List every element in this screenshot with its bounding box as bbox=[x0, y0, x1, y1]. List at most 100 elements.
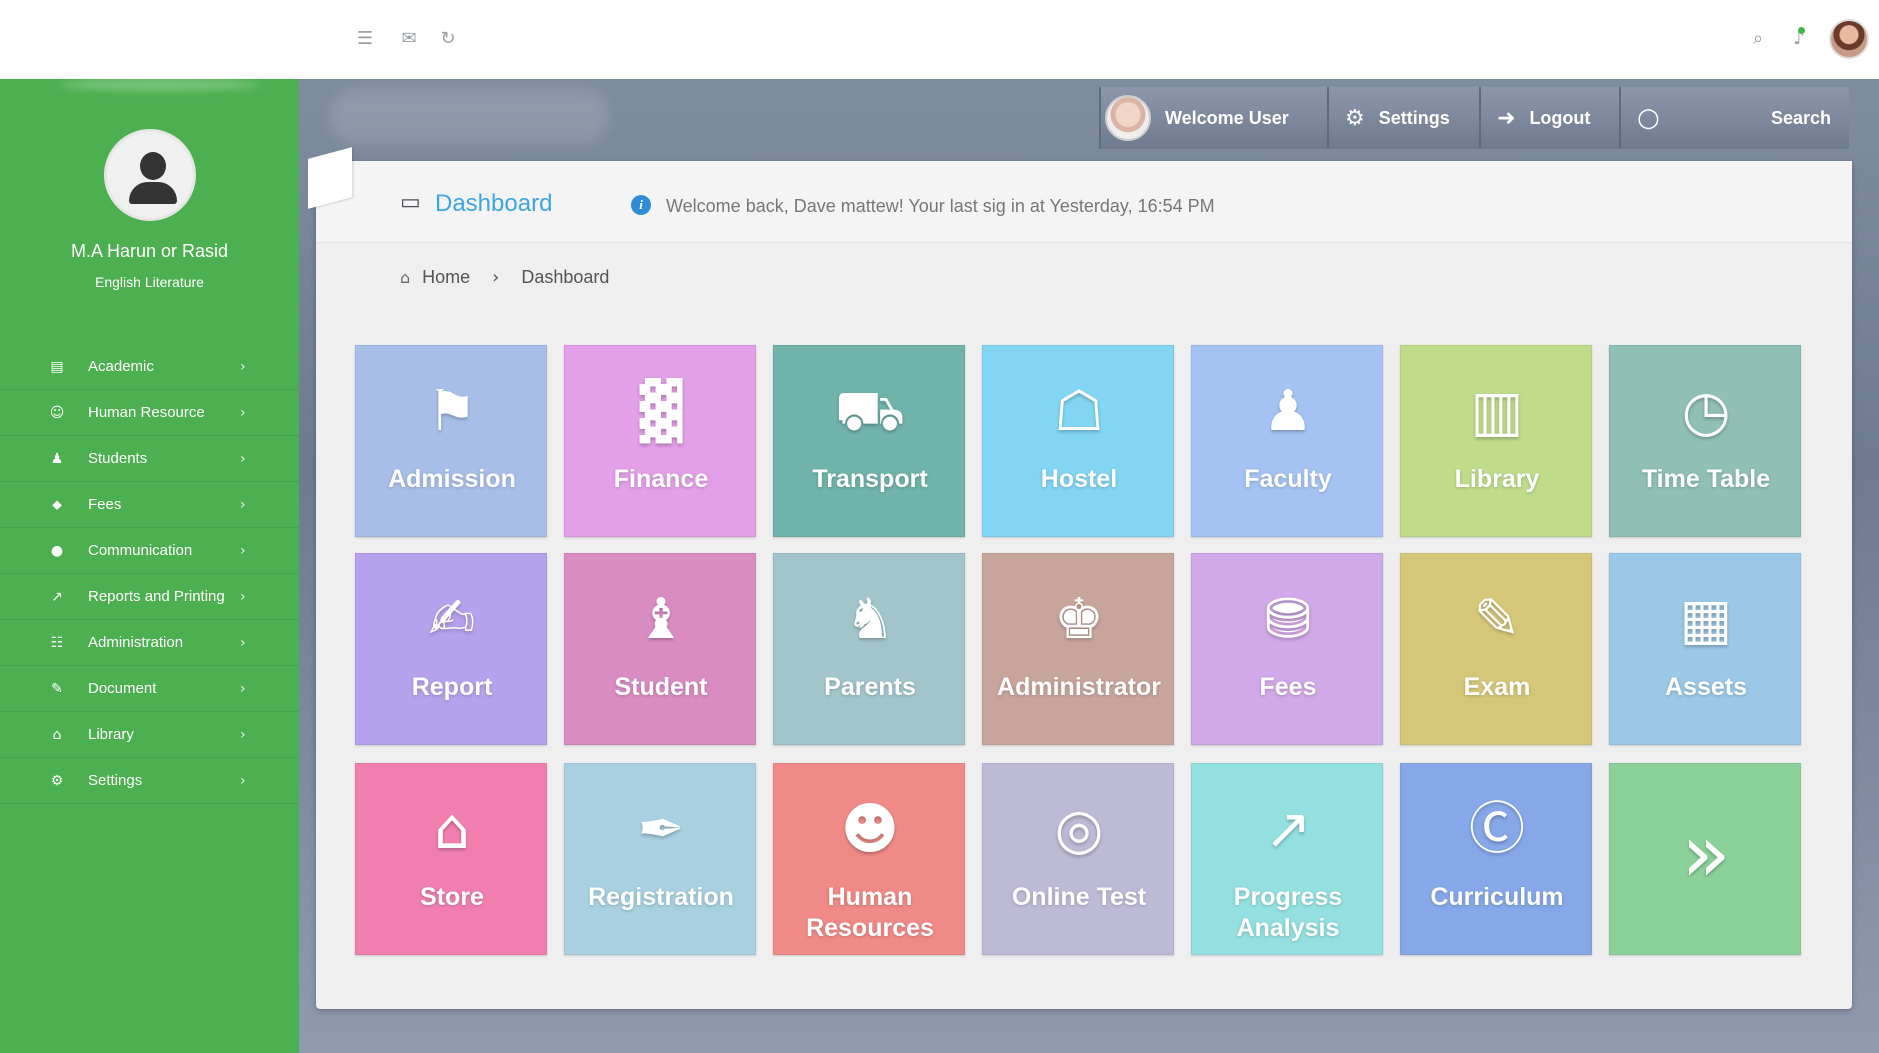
tile-library[interactable]: ▥ Library bbox=[1400, 345, 1592, 537]
page-title: Dashboard bbox=[435, 190, 553, 217]
sidebar-item-label: Students bbox=[88, 450, 148, 467]
sidebar-item-label: Communication bbox=[88, 542, 193, 559]
student-icon: ♝ bbox=[635, 587, 687, 652]
tile-assets[interactable]: ▦ Assets bbox=[1609, 553, 1801, 745]
info-icon: i bbox=[631, 195, 651, 215]
tile-label: Library bbox=[1454, 465, 1540, 493]
chevron-right-icon: › bbox=[240, 496, 246, 513]
sidebar-item-academic[interactable]: ▤ Academic › bbox=[0, 344, 299, 390]
tile-label: Registration bbox=[588, 883, 734, 911]
home-icon: ⌂ bbox=[400, 268, 411, 287]
welcome-user-button[interactable]: Welcome User bbox=[1099, 87, 1327, 149]
sidebar-item-administration[interactable]: ☷ Administration › bbox=[0, 620, 299, 666]
exam-icon: ✎ bbox=[1473, 587, 1521, 652]
breadcrumb-home[interactable]: Home bbox=[422, 267, 470, 288]
coins-icon: ⛃ bbox=[1264, 587, 1312, 652]
refresh-icon[interactable]: ↻ bbox=[436, 26, 460, 50]
book-icon: ▤ bbox=[50, 358, 64, 375]
welcome-avatar bbox=[1105, 95, 1151, 141]
tile-finance[interactable]: ▓ Finance bbox=[564, 345, 756, 537]
gear-icon: ⚙ bbox=[50, 772, 64, 789]
user-avatar[interactable] bbox=[1829, 19, 1869, 59]
tile-time-table[interactable]: ◷ Time Table bbox=[1609, 345, 1801, 537]
tile-label: Curriculum bbox=[1430, 883, 1564, 911]
tile-label: Hostel bbox=[1040, 465, 1118, 493]
header-settings-button[interactable]: ⚙ Settings bbox=[1327, 87, 1479, 149]
tile-admission[interactable]: ⚑ Admission bbox=[355, 345, 547, 537]
sidebar-item-label: Settings bbox=[88, 772, 143, 789]
tile-transport[interactable]: ⛟ Transport bbox=[773, 345, 965, 537]
sidebar-item-reports-and-printing[interactable]: ↗ Reports and Printing › bbox=[0, 574, 299, 620]
tile-administrator[interactable]: ♚ Administrator bbox=[982, 553, 1174, 745]
tile-hostel[interactable]: ☖ Hostel bbox=[982, 345, 1174, 537]
chart-icon: ↗ bbox=[51, 588, 63, 605]
panel-folded-corner bbox=[308, 147, 352, 209]
tile-label: Administrator bbox=[997, 673, 1161, 701]
sidebar-item-human-resource[interactable]: ☺ Human Resource › bbox=[0, 390, 299, 436]
breadcrumb: ⌂ Home › Dashboard bbox=[400, 267, 609, 288]
logout-label: Logout bbox=[1529, 107, 1591, 128]
tile-label: Report bbox=[411, 673, 493, 701]
user-silhouette-icon bbox=[140, 152, 166, 180]
profile-name: M.A Harun or Rasid bbox=[70, 241, 229, 261]
sidebar-item-label: Document bbox=[88, 680, 157, 697]
tile-progress-analysis[interactable]: ↗ Progress Analysis bbox=[1191, 763, 1383, 955]
tile-parents[interactable]: ♞ Parents bbox=[773, 553, 965, 745]
clipboard-icon: ✍ bbox=[428, 587, 476, 652]
header-search-button[interactable]: ○ Search bbox=[1619, 87, 1849, 149]
growth-chart-icon: ↗ bbox=[1264, 797, 1312, 862]
search-icon[interactable]: ⌕ bbox=[1746, 26, 1770, 50]
books-icon: ▥ bbox=[1470, 379, 1524, 444]
logout-arrow-icon: ➜ bbox=[1497, 105, 1516, 131]
sidebar-item-communication[interactable]: ● Communication › bbox=[0, 528, 299, 574]
tile-registration[interactable]: ✒ Registration bbox=[564, 763, 756, 955]
finance-chart-icon: ▓ bbox=[639, 379, 683, 444]
header-settings-label: Settings bbox=[1378, 107, 1450, 128]
tile-exam[interactable]: ✎ Exam bbox=[1400, 553, 1592, 745]
breadcrumb-separator: › bbox=[492, 267, 500, 288]
registration-icon: ✒ bbox=[637, 797, 685, 862]
tile-more[interactable]: » bbox=[1609, 763, 1801, 955]
menu-icon[interactable]: ☰ bbox=[353, 26, 377, 50]
sidebar: M.A Harun or Rasid English Literature ▤ … bbox=[0, 79, 299, 1053]
tile-faculty[interactable]: ♟ Faculty bbox=[1191, 345, 1383, 537]
tile-human-resources[interactable]: ☻ Human Resources bbox=[773, 763, 965, 955]
people-icon: ☻ bbox=[840, 797, 900, 862]
tile-label: Fees bbox=[1259, 673, 1317, 701]
main-content: Welcome User ⚙ Settings ➜ Logout ○ Searc… bbox=[299, 79, 1879, 1053]
sidebar-item-fees[interactable]: ⬥ Fees › bbox=[0, 482, 299, 528]
chevron-right-icon: › bbox=[240, 404, 246, 421]
panel-header: ▭ Dashboard i Welcome back, Dave mattew!… bbox=[308, 147, 1852, 243]
sidebar-item-document[interactable]: ✎ Document › bbox=[0, 666, 299, 712]
sidebar-item-label: Library bbox=[88, 726, 134, 743]
store-icon: ⌂ bbox=[434, 797, 470, 862]
tile-store[interactable]: ⌂ Store bbox=[355, 763, 547, 955]
institution-icon: ⌂ bbox=[52, 726, 62, 743]
tile-label: Faculty bbox=[1244, 465, 1332, 493]
cv-icon: Ⓒ bbox=[1469, 797, 1525, 862]
tile-fees[interactable]: ⛃ Fees bbox=[1191, 553, 1383, 745]
search-icon: ○ bbox=[1637, 103, 1660, 133]
admission-icon: ⚑ bbox=[426, 379, 478, 444]
tile-label: Store bbox=[420, 883, 484, 911]
administrator-icon: ♚ bbox=[1053, 587, 1105, 652]
tile-curriculum[interactable]: Ⓒ Curriculum bbox=[1400, 763, 1592, 955]
document-icon: ☷ bbox=[50, 634, 64, 651]
tile-online-test[interactable]: ◎ Online Test bbox=[982, 763, 1174, 955]
tile-label: Parents bbox=[824, 673, 916, 701]
gear-icon: ⚙ bbox=[1345, 105, 1365, 131]
sidebar-item-library[interactable]: ⌂ Library › bbox=[0, 712, 299, 758]
header-search-label: Search bbox=[1770, 107, 1831, 128]
sidebar-item-students[interactable]: ♟ Students › bbox=[0, 436, 299, 482]
mail-icon[interactable]: ✉ bbox=[397, 26, 421, 50]
chat-icon: ● bbox=[50, 542, 64, 559]
welcome-user-label: Welcome User bbox=[1165, 107, 1289, 128]
logout-button[interactable]: ➜ Logout bbox=[1479, 87, 1619, 149]
tile-student[interactable]: ♝ Student bbox=[564, 553, 756, 745]
profile-subtitle: English Literature bbox=[95, 274, 204, 290]
tile-label: Time Table bbox=[1641, 465, 1771, 493]
tile-label: Exam bbox=[1463, 673, 1531, 701]
tile-report[interactable]: ✍ Report bbox=[355, 553, 547, 745]
sidebar-item-settings[interactable]: ⚙ Settings › bbox=[0, 758, 299, 804]
tile-label: Online Test bbox=[1011, 883, 1147, 911]
